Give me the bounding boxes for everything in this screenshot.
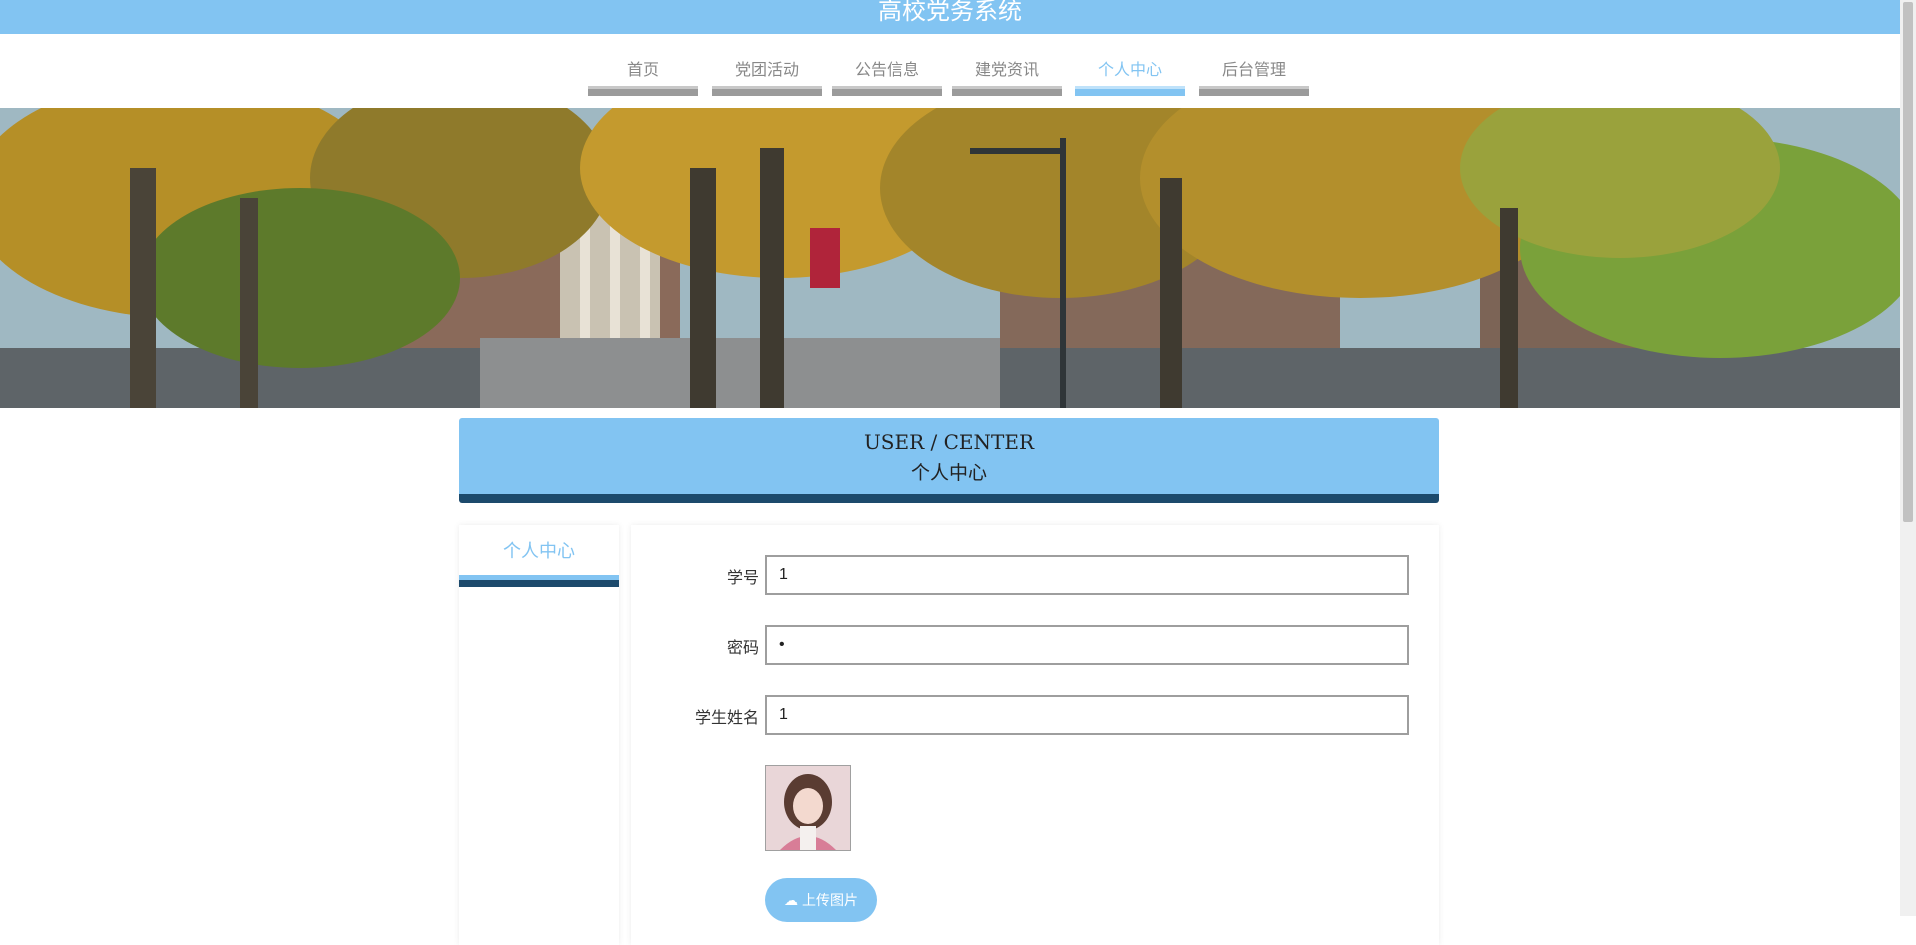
avatar-illustration xyxy=(766,766,850,850)
cloud-upload-icon: ☁ xyxy=(784,893,798,909)
password-row: 密码 xyxy=(631,625,1439,665)
nav-item-user-center[interactable]: 个人中心 xyxy=(1075,34,1185,96)
side-item-label: 个人中心 xyxy=(503,541,575,562)
nav-item-party-activities[interactable]: 党团活动 xyxy=(712,34,822,96)
password-input[interactable] xyxy=(765,625,1409,665)
main-nav: 首页 党团活动 公告信息 建党资讯 个人中心 后台管理 xyxy=(0,34,1900,108)
nav-item-label: 建党资讯 xyxy=(974,60,1039,79)
upload-button-label: 上传图片 xyxy=(802,893,858,909)
header-chinese-title: 个人中心 xyxy=(910,462,987,484)
header-english-title: USER / CENTER xyxy=(863,430,1035,454)
student-name-row: 学生姓名 xyxy=(631,695,1439,735)
password-label: 密码 xyxy=(726,638,759,657)
nav-item-bar xyxy=(712,86,822,96)
nav-item-home[interactable]: 首页 xyxy=(588,34,698,96)
nav-item-bar xyxy=(1075,86,1185,96)
user-center-header: USER / CENTER 个人中心 xyxy=(459,418,1439,503)
nav-item-bar xyxy=(832,86,942,96)
banner-illustration xyxy=(0,108,1900,408)
site-title: 高校党务系统 xyxy=(0,0,1900,34)
side-item-user-center[interactable]: 个人中心 xyxy=(459,525,619,587)
nav-item-label: 首页 xyxy=(626,60,659,79)
nav-item-announcements[interactable]: 公告信息 xyxy=(832,34,942,96)
student-id-label: 学号 xyxy=(726,568,759,587)
student-name-label: 学生姓名 xyxy=(694,708,759,727)
nav-item-bar xyxy=(952,86,1062,96)
nav-item-label: 后台管理 xyxy=(1221,60,1286,79)
nav-item-bar xyxy=(1199,86,1309,96)
nav-item-label: 党团活动 xyxy=(734,60,799,79)
profile-form: 学号 密码 学生姓名 ☁上传图片 xyxy=(631,525,1439,945)
nav-item-label: 公告信息 xyxy=(854,60,919,79)
avatar-image xyxy=(765,765,851,851)
page-scrollbar[interactable] xyxy=(1900,0,1916,916)
student-id-input[interactable] xyxy=(765,555,1409,595)
campus-banner-image xyxy=(0,108,1900,408)
scrollbar-thumb[interactable] xyxy=(1903,2,1913,522)
upload-image-button[interactable]: ☁ 上传图片 xyxy=(765,878,877,922)
student-id-row: 学号 xyxy=(631,555,1439,595)
nav-item-admin[interactable]: 后台管理 xyxy=(1199,34,1309,96)
nav-item-bar xyxy=(588,86,698,96)
side-item-bar xyxy=(459,575,619,587)
nav-item-label: 个人中心 xyxy=(1097,60,1162,79)
nav-item-party-news[interactable]: 建党资讯 xyxy=(952,34,1062,96)
student-name-input[interactable] xyxy=(765,695,1409,735)
side-menu: 个人中心 xyxy=(459,525,619,945)
